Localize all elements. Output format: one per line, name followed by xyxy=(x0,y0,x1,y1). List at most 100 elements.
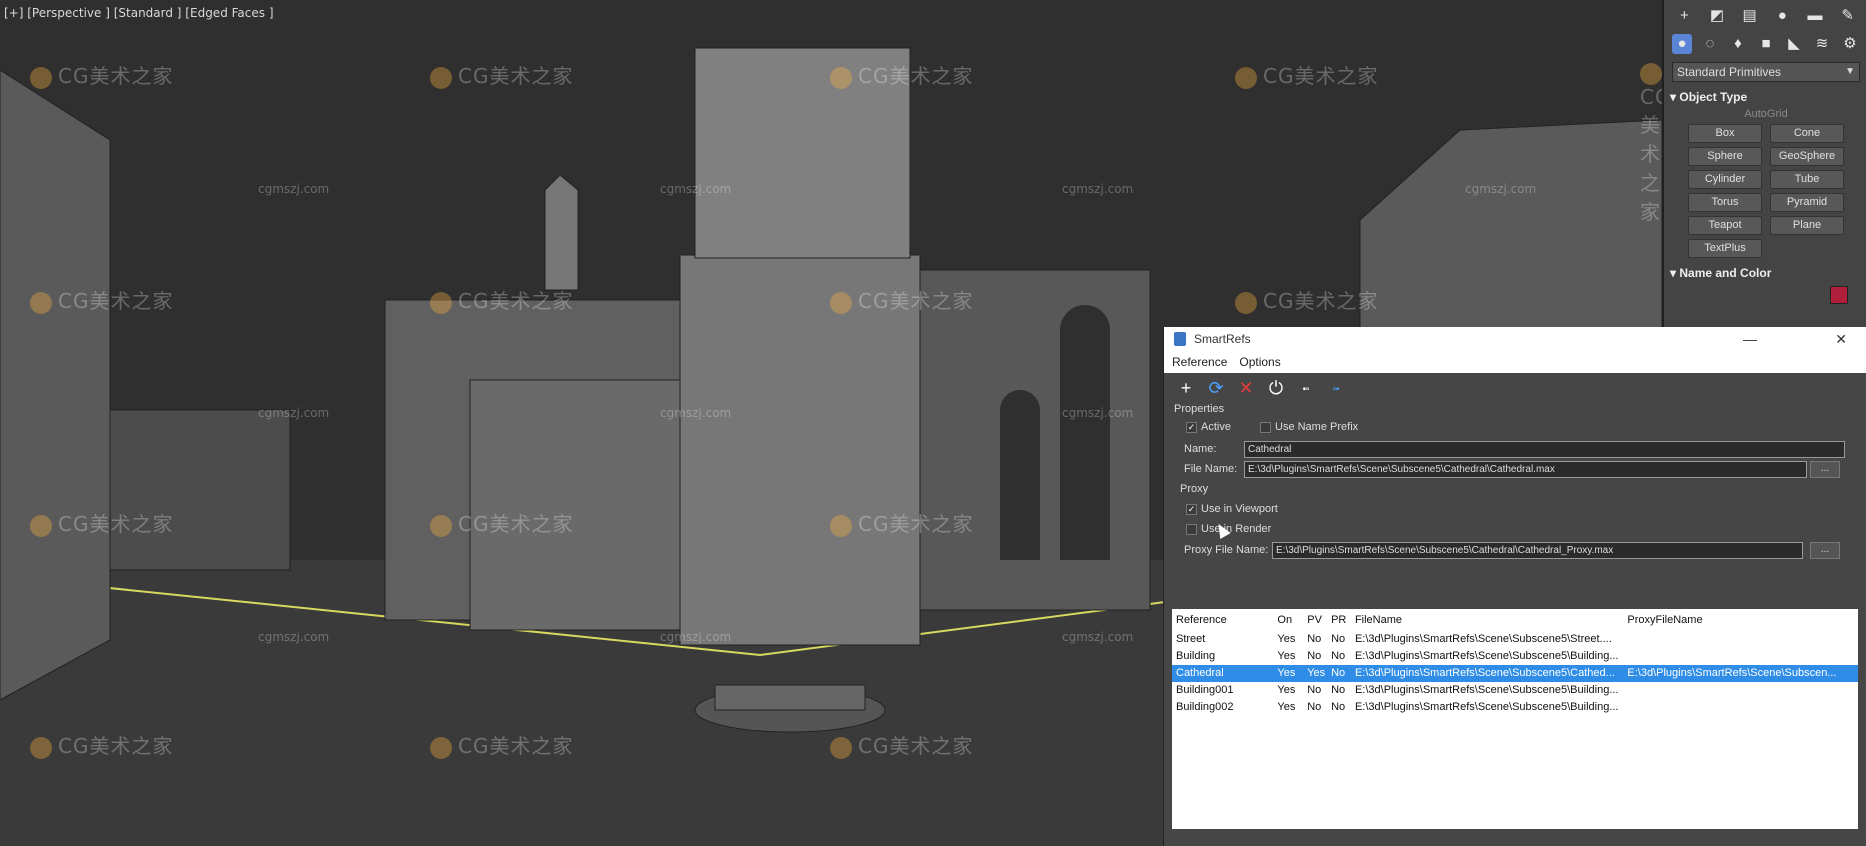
references-table: Reference On PV PR FileName ProxyFileNam… xyxy=(1172,609,1858,829)
hierarchy-tab-icon[interactable]: ▤ xyxy=(1740,6,1760,26)
file-name-field[interactable]: E:\3d\Plugins\SmartRefs\Scene\Subscene5\… xyxy=(1244,461,1807,478)
cell-pv: Yes xyxy=(1307,667,1326,679)
box-button[interactable]: Box xyxy=(1688,124,1762,143)
cell-pv: No xyxy=(1307,701,1322,713)
watermark: CG美术之家 xyxy=(30,508,173,537)
cell-pr: No xyxy=(1331,684,1346,696)
cell-reference: Street xyxy=(1176,633,1206,645)
cell-on: Yes xyxy=(1277,633,1296,645)
object-color-swatch[interactable] xyxy=(1830,286,1848,304)
col-pv[interactable]: PV xyxy=(1307,609,1331,631)
power-icon[interactable]: ⏻ xyxy=(1266,378,1286,398)
tube-button[interactable]: Tube xyxy=(1770,170,1844,189)
geometry-icon[interactable]: ● xyxy=(1672,34,1692,54)
systems-icon[interactable]: ⚙ xyxy=(1840,34,1860,54)
command-panel: + ◩ ▤ ● ▬ ✎ ● ◌ ♦ ■ ◣ ≋ ⚙ Standard Primi… xyxy=(1662,0,1866,330)
modify-tab-icon[interactable]: ◩ xyxy=(1707,6,1727,26)
watermark-site: cgmszj.com xyxy=(660,406,732,420)
file-browse-button[interactable]: ... xyxy=(1810,461,1840,478)
proxy-browse-button[interactable]: ... xyxy=(1810,542,1840,559)
cell-pv: No xyxy=(1307,633,1322,645)
table-header: Reference On PV PR FileName ProxyFileNam… xyxy=(1172,609,1858,631)
cylinder-button[interactable]: Cylinder xyxy=(1688,170,1762,189)
refresh-icon[interactable]: ⟳ xyxy=(1206,378,1226,398)
cell-proxyfilename xyxy=(1623,631,1858,648)
geometry-type-dropdown[interactable]: Standard Primitives ▼ xyxy=(1672,62,1860,82)
cell-reference: Cathedral xyxy=(1176,667,1224,679)
watermark: CG美术之家 xyxy=(30,285,173,314)
name-color-rollout[interactable]: ▾ Name and Color xyxy=(1670,266,1862,280)
watermark-logo-icon xyxy=(1235,291,1257,314)
menu-reference[interactable]: Reference xyxy=(1172,351,1227,373)
col-filename[interactable]: FileName xyxy=(1355,609,1623,631)
watermark: CG美术之家 xyxy=(830,60,973,89)
geosphere-button[interactable]: GeoSphere xyxy=(1770,147,1844,166)
autogrid-checkbox[interactable]: AutoGrid xyxy=(1664,108,1866,120)
torus-button[interactable]: Torus xyxy=(1688,193,1762,212)
move-up-icon[interactable]: ⬝⬞ xyxy=(1296,378,1316,398)
teapot-button[interactable]: Teapot xyxy=(1688,216,1762,235)
cell-filename: E:\3d\Plugins\SmartRefs\Scene\Subscene5\… xyxy=(1354,684,1619,696)
watermark-logo-icon xyxy=(1640,62,1662,85)
move-down-icon[interactable]: ⬞⬝ xyxy=(1326,378,1346,398)
smartrefs-dialog: SmartRefs — ✕ Reference Options + ⟳ ✕ ⏻ … xyxy=(1163,327,1866,846)
proxy-file-label: Proxy File Name: xyxy=(1184,544,1269,556)
watermark: CG美术之家 xyxy=(430,60,573,89)
helpers-icon[interactable]: ◣ xyxy=(1784,34,1804,54)
watermark-site: cgmszj.com xyxy=(1062,406,1134,420)
col-proxyfilename[interactable]: ProxyFileName xyxy=(1623,609,1858,631)
watermark-site: cgmszj.com xyxy=(660,182,732,196)
table-row[interactable]: Building002 Yes No No E:\3d\Plugins\Smar… xyxy=(1172,699,1858,716)
cell-pr: No xyxy=(1331,650,1346,662)
watermark-logo-icon xyxy=(430,736,452,759)
table-row[interactable]: Street Yes No No E:\3d\Plugins\SmartRefs… xyxy=(1172,631,1858,648)
delete-icon[interactable]: ✕ xyxy=(1236,378,1256,398)
menu-options[interactable]: Options xyxy=(1239,351,1280,373)
lights-icon[interactable]: ♦ xyxy=(1728,34,1748,54)
properties-header: Properties xyxy=(1174,403,1225,415)
object-type-rollout[interactable]: ▾ Object Type xyxy=(1670,90,1862,104)
cone-button[interactable]: Cone xyxy=(1770,124,1844,143)
watermark: CG美术之家 xyxy=(1235,60,1378,89)
pyramid-button[interactable]: Pyramid xyxy=(1770,193,1844,212)
table-row-selected[interactable]: Cathedral Yes Yes No E:\3d\Plugins\Smart… xyxy=(1172,665,1858,682)
col-on[interactable]: On xyxy=(1277,609,1307,631)
properties-section: Properties ✓ Active Use Name Prefix Name:… xyxy=(1164,403,1866,588)
watermark-site: cgmszj.com xyxy=(1062,630,1134,644)
dialog-titlebar[interactable]: SmartRefs — ✕ xyxy=(1164,327,1866,351)
watermark-logo-icon xyxy=(430,66,452,89)
use-in-viewport-checkbox[interactable]: ✓ Use in Viewport xyxy=(1186,503,1278,515)
cell-proxyfilename: E:\3d\Plugins\SmartRefs\Scene\Subscen... xyxy=(1627,667,1837,679)
cell-on: Yes xyxy=(1277,684,1296,696)
close-icon[interactable]: ✕ xyxy=(1835,327,1847,351)
active-checkbox[interactable]: ✓ Active xyxy=(1186,421,1231,433)
name-field[interactable]: Cathedral xyxy=(1244,441,1845,458)
minimize-icon[interactable]: — xyxy=(1743,327,1757,351)
watermark: CG美术之家 xyxy=(830,730,973,759)
display-tab-icon[interactable]: ▬ xyxy=(1805,6,1825,26)
cell-proxyfilename xyxy=(1623,699,1858,716)
table-row[interactable]: Building001 Yes No No E:\3d\Plugins\Smar… xyxy=(1172,682,1858,699)
table-row[interactable]: Building Yes No No E:\3d\Plugins\SmartRe… xyxy=(1172,648,1858,665)
viewport-label[interactable]: [+] [Perspective ] [Standard ] [Edged Fa… xyxy=(4,6,274,20)
spacewarps-icon[interactable]: ≋ xyxy=(1812,34,1832,54)
plane-button[interactable]: Plane xyxy=(1770,216,1844,235)
col-pr[interactable]: PR xyxy=(1331,609,1355,631)
create-tab-icon[interactable]: + xyxy=(1674,6,1694,26)
add-icon[interactable]: + xyxy=(1176,378,1196,398)
checkbox-label: Use Name Prefix xyxy=(1275,421,1359,433)
textplus-button[interactable]: TextPlus xyxy=(1688,239,1762,258)
watermark-logo-icon xyxy=(830,514,852,537)
cell-pv: No xyxy=(1307,650,1322,662)
col-reference[interactable]: Reference xyxy=(1172,609,1277,631)
cell-pr: No xyxy=(1331,667,1346,679)
cell-reference: Building001 xyxy=(1176,684,1234,696)
use-name-prefix-checkbox[interactable]: Use Name Prefix xyxy=(1260,421,1358,433)
cameras-icon[interactable]: ■ xyxy=(1756,34,1776,54)
sphere-button[interactable]: Sphere xyxy=(1688,147,1762,166)
utilities-tab-icon[interactable]: ✎ xyxy=(1838,6,1858,26)
motion-tab-icon[interactable]: ● xyxy=(1772,6,1792,26)
proxy-file-field[interactable]: E:\3d\Plugins\SmartRefs\Scene\Subscene5\… xyxy=(1272,542,1803,559)
shapes-icon[interactable]: ◌ xyxy=(1700,34,1720,54)
cell-reference: Building002 xyxy=(1176,701,1234,713)
